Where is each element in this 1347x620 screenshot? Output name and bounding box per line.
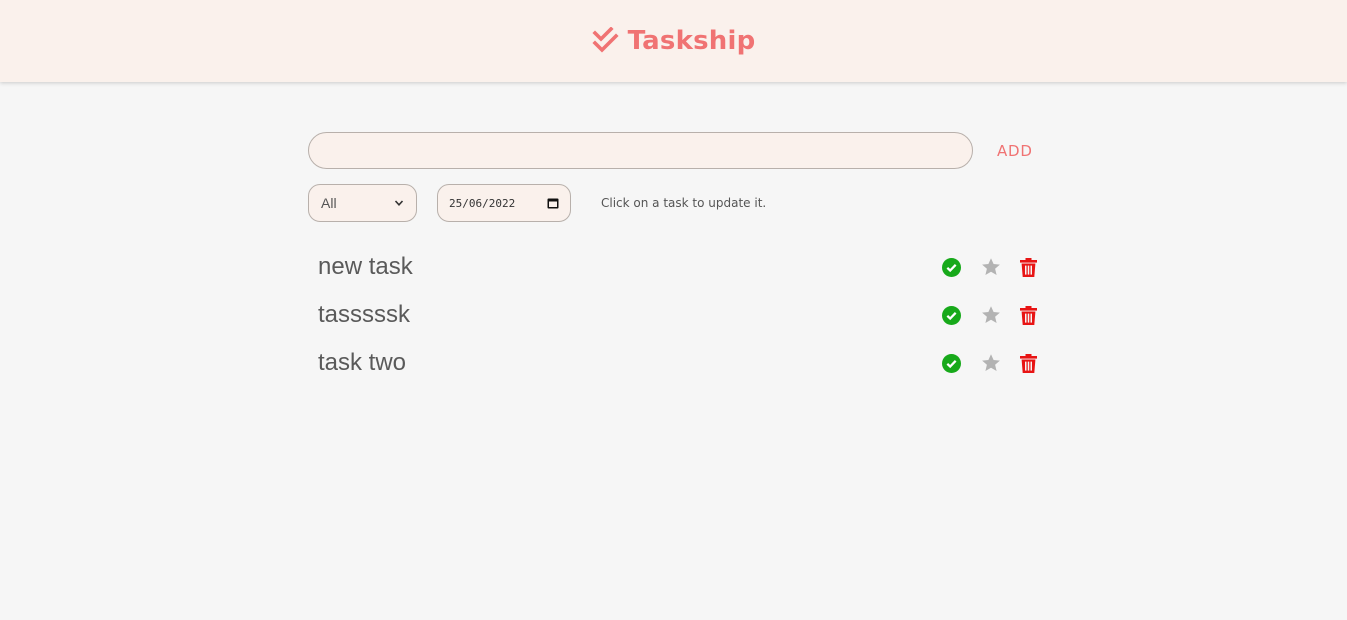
task-title[interactable]: new task bbox=[318, 253, 413, 281]
date-value: 25/06/2022 bbox=[449, 196, 516, 210]
task-item[interactable]: tasssssk bbox=[308, 291, 1040, 339]
task-item[interactable]: task two bbox=[308, 339, 1040, 387]
brand: Taskship bbox=[592, 26, 756, 56]
task-title[interactable]: tasssssk bbox=[318, 301, 410, 329]
status-filter-select[interactable]: All bbox=[308, 184, 417, 222]
trash-icon[interactable] bbox=[1020, 305, 1037, 325]
task-title[interactable]: task two bbox=[318, 349, 406, 377]
task-input[interactable] bbox=[308, 132, 973, 169]
task-actions bbox=[942, 305, 1037, 325]
add-button[interactable]: ADD bbox=[997, 142, 1033, 160]
hint-text: Click on a task to update it. bbox=[601, 196, 767, 210]
star-icon[interactable] bbox=[981, 257, 1001, 277]
task-item[interactable]: new task bbox=[308, 243, 1040, 291]
main-content: ADD All 25/06/2022 Click on a task to up… bbox=[308, 132, 1040, 387]
task-actions bbox=[942, 257, 1037, 277]
calendar-icon[interactable] bbox=[547, 197, 559, 209]
status-filter-value: All bbox=[321, 195, 337, 211]
star-icon[interactable] bbox=[981, 353, 1001, 373]
date-input[interactable]: 25/06/2022 bbox=[437, 184, 571, 222]
star-icon[interactable] bbox=[981, 305, 1001, 325]
task-actions bbox=[942, 353, 1037, 373]
add-task-row: ADD bbox=[308, 132, 1040, 169]
check-circle-icon[interactable] bbox=[942, 305, 961, 325]
double-check-icon bbox=[592, 27, 619, 53]
chevron-down-icon bbox=[394, 200, 404, 206]
filter-row: All 25/06/2022 Click on a task to update… bbox=[308, 184, 1040, 222]
task-list: new task tasssssk task two bbox=[308, 243, 1040, 387]
check-circle-icon[interactable] bbox=[942, 353, 961, 373]
app-header: Taskship bbox=[0, 0, 1347, 82]
trash-icon[interactable] bbox=[1020, 353, 1037, 373]
brand-name: Taskship bbox=[627, 26, 756, 56]
trash-icon[interactable] bbox=[1020, 257, 1037, 277]
check-circle-icon[interactable] bbox=[942, 257, 961, 277]
